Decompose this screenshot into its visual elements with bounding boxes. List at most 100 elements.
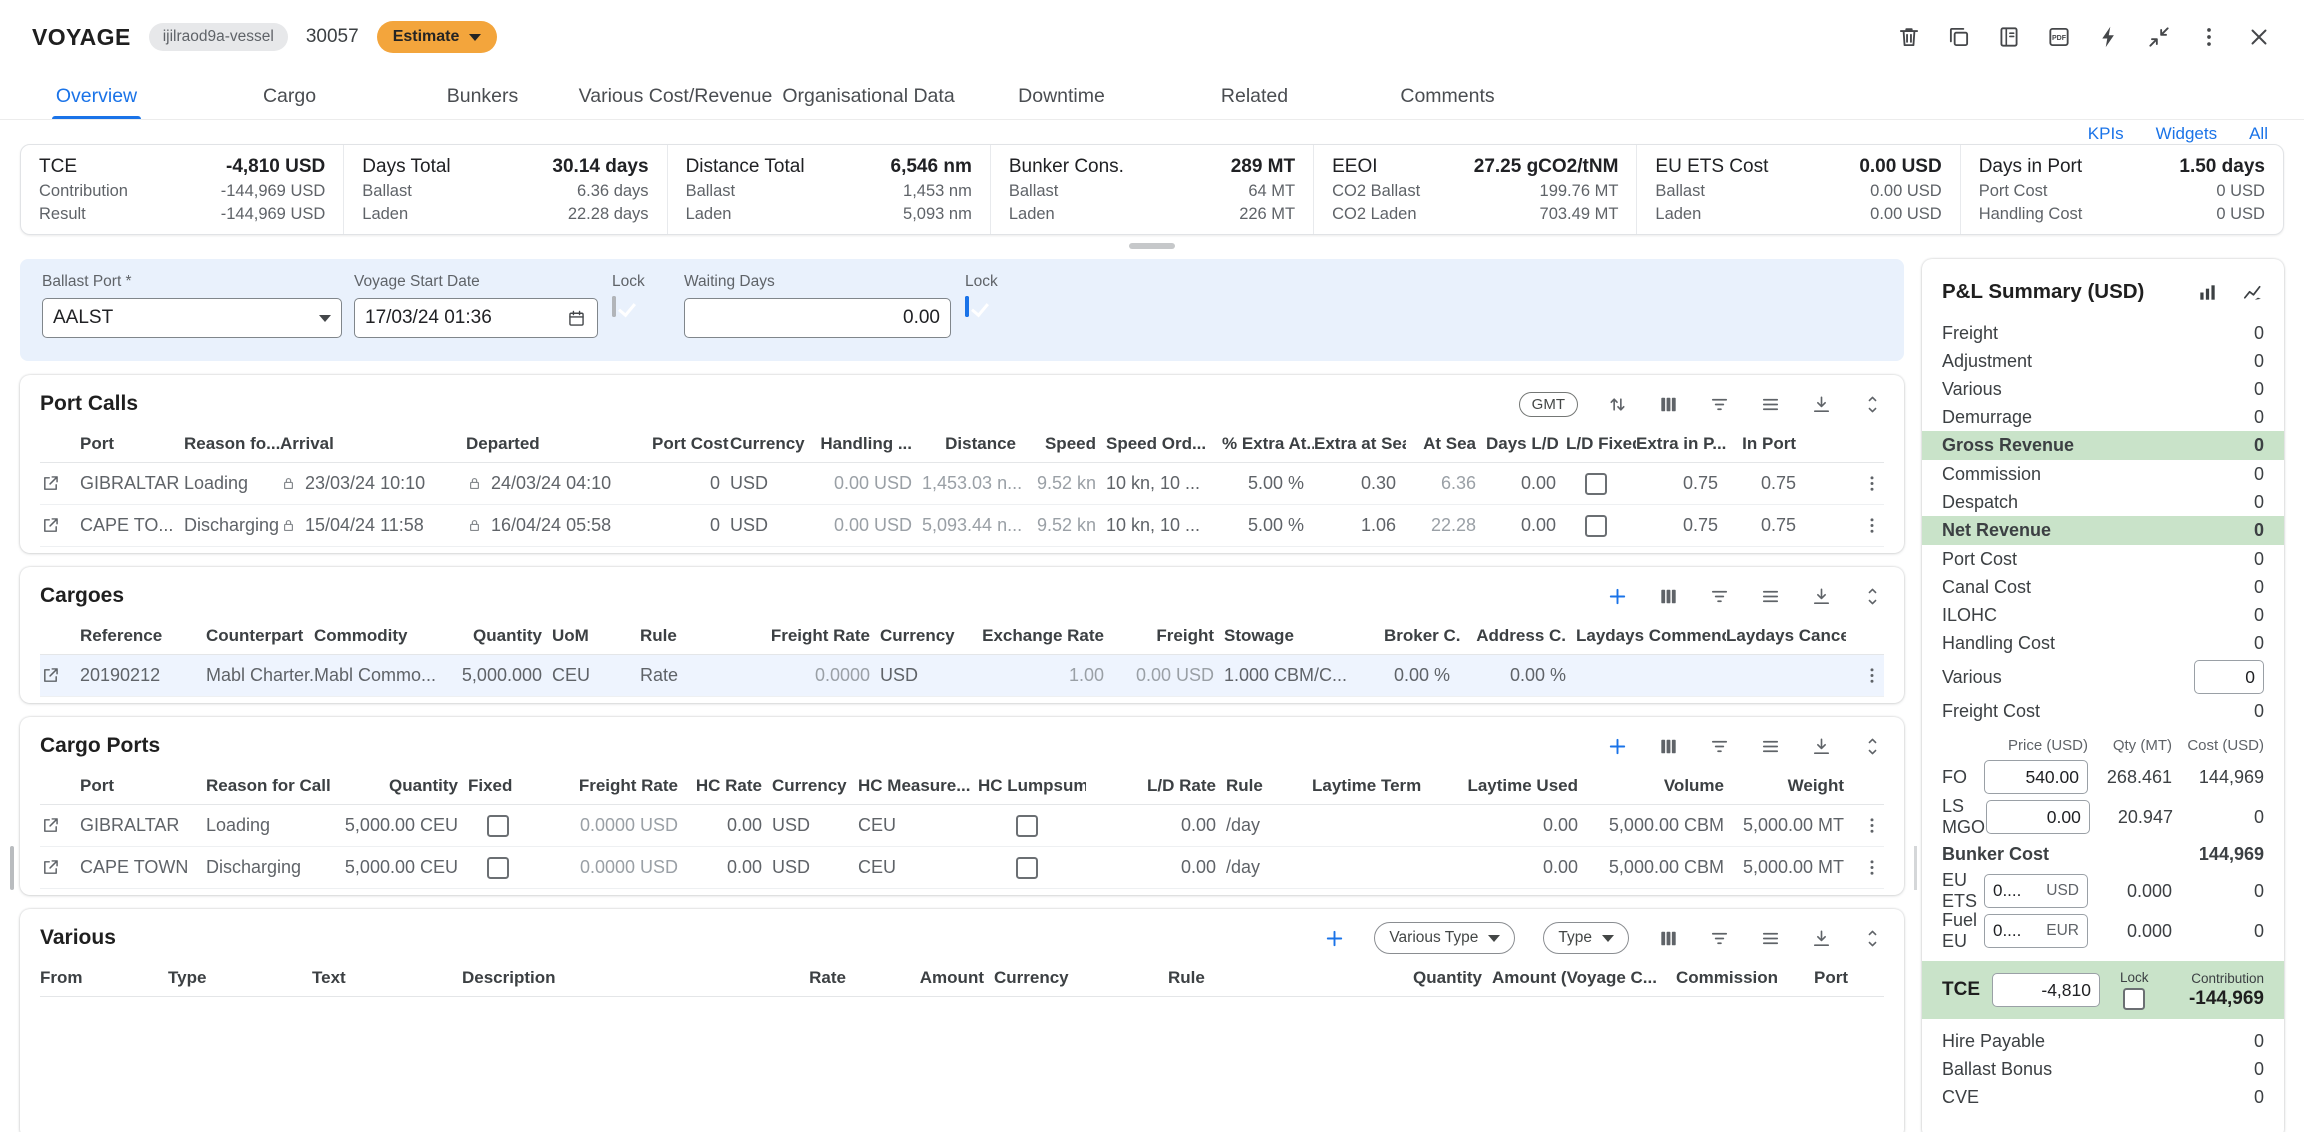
cell-handling[interactable]: 0.00 USD <box>810 473 922 494</box>
tab-various-cost-revenue[interactable]: Various Cost/Revenue <box>579 74 772 119</box>
rows-density-icon[interactable] <box>1759 393 1782 416</box>
tab-organisational-data[interactable]: Organisational Data <box>772 74 965 119</box>
tab-downtime[interactable]: Downtime <box>965 74 1158 119</box>
waiting-days-input[interactable] <box>684 298 951 338</box>
cell-quantity[interactable]: 5,000.00 CEU <box>342 857 468 878</box>
cell-handling[interactable]: 0.00 USD <box>810 515 922 536</box>
cargo-port-row[interactable]: GIBRALTAR Loading 5,000.00 CEU 0.0000 US… <box>40 805 1884 847</box>
export-pdf-icon[interactable] <box>2046 24 2072 50</box>
cell-extra-at-sea[interactable]: 0.30 <box>1314 473 1406 494</box>
cell-currency[interactable]: USD <box>880 665 982 686</box>
columns-icon[interactable] <box>1657 735 1680 758</box>
cell-ld-rate[interactable]: 0.00 <box>1086 815 1226 836</box>
cell-port[interactable]: GIBRALTAR <box>80 815 206 836</box>
open-row-icon[interactable] <box>40 515 61 536</box>
cell-freight-rate[interactable]: 0.0000 USD <box>538 857 688 878</box>
cell-volume[interactable]: 5,000.00 CBM <box>1588 857 1734 878</box>
add-various-icon[interactable] <box>1323 927 1346 950</box>
tab-cargo[interactable]: Cargo <box>193 74 386 119</box>
cell-reason[interactable]: Loading <box>206 815 342 836</box>
cell-distance[interactable]: 5,093.44 n... <box>922 515 1026 536</box>
columns-icon[interactable] <box>1657 927 1680 950</box>
cell-days-ld[interactable]: 0.00 <box>1486 515 1566 536</box>
cell-speed-ordered[interactable]: 10 kn, 10 ... <box>1106 515 1222 536</box>
cell-rule[interactable]: /day <box>1226 815 1312 836</box>
cell-in-port[interactable]: 0.75 <box>1728 473 1806 494</box>
cell-at-sea[interactable]: 6.36 <box>1406 473 1486 494</box>
eu-ets-price-input[interactable]: 0....USD <box>1984 874 2088 908</box>
view-link-widgets[interactable]: Widgets <box>2156 124 2217 144</box>
cell-port[interactable]: GIBRALTAR <box>80 473 184 494</box>
cell-weight[interactable]: 5,000.00 MT <box>1734 815 1854 836</box>
cell-departed[interactable]: 16/04/24 05:58 <box>466 515 652 536</box>
sort-icon[interactable] <box>1606 393 1629 416</box>
download-icon[interactable] <box>1810 927 1833 950</box>
row-menu-icon[interactable] <box>1860 857 1884 878</box>
cell-freight-rate[interactable]: 0.0000 USD <box>538 815 688 836</box>
tab-comments[interactable]: Comments <box>1351 74 1544 119</box>
open-row-icon[interactable] <box>40 815 61 836</box>
columns-icon[interactable] <box>1657 585 1680 608</box>
cell-port-cost[interactable]: 0 <box>652 515 730 536</box>
cell-arrival[interactable]: 23/03/24 10:10 <box>280 473 466 494</box>
open-row-icon[interactable] <box>40 857 61 878</box>
port-call-row[interactable]: CAPE TO... Discharging 15/04/24 11:58 16… <box>40 505 1884 547</box>
cell-rule[interactable]: /day <box>1226 857 1312 878</box>
cell-speed[interactable]: 9.52 kn <box>1026 473 1106 494</box>
cell-reason[interactable]: Discharging <box>184 515 280 536</box>
close-icon[interactable] <box>2246 24 2272 50</box>
bar-chart-icon[interactable] <box>2196 281 2219 304</box>
actions-bolt-icon[interactable] <box>2096 24 2122 50</box>
cell-departed[interactable]: 24/03/24 04:10 <box>466 473 652 494</box>
row-menu-icon[interactable] <box>1860 665 1884 686</box>
cargo-row[interactable]: 20190212 Mabl Charter... Mabl Commo... 5… <box>40 655 1884 697</box>
ld-fixed-checkbox[interactable] <box>1585 473 1607 495</box>
cell-hc-measure[interactable]: CEU <box>858 815 978 836</box>
cell-freight[interactable]: 0.00 USD <box>1114 665 1224 686</box>
rows-density-icon[interactable] <box>1759 585 1782 608</box>
cell-currency[interactable]: USD <box>772 815 858 836</box>
fixed-checkbox[interactable] <box>487 857 509 879</box>
cell-quantity[interactable]: 5,000.00 CEU <box>342 815 468 836</box>
cell-extra-at-sea[interactable]: 1.06 <box>1314 515 1406 536</box>
hc-lumpsum-checkbox[interactable] <box>1016 857 1038 879</box>
cell-rule[interactable]: Rate <box>640 665 770 686</box>
cell-port-cost[interactable]: 0 <box>652 473 730 494</box>
type-filter[interactable]: Type <box>1543 922 1629 954</box>
panel-resize-handle[interactable] <box>1914 846 1917 890</box>
cell-distance[interactable]: 1,453.03 n... <box>922 473 1026 494</box>
cell-currency[interactable]: USD <box>730 515 810 536</box>
cell-counterpart[interactable]: Mabl Charter... <box>206 665 314 686</box>
various-type-filter[interactable]: Various Type <box>1374 922 1515 954</box>
open-row-icon[interactable] <box>40 665 61 686</box>
columns-icon[interactable] <box>1657 393 1680 416</box>
filter-icon[interactable] <box>1708 585 1731 608</box>
cell-stowage[interactable]: 1.000 CBM/C... <box>1224 665 1384 686</box>
more-options-icon[interactable] <box>2196 24 2222 50</box>
open-row-icon[interactable] <box>40 473 61 494</box>
cell-laytime-used[interactable]: 0.00 <box>1442 815 1588 836</box>
collapse-section-icon[interactable] <box>1861 393 1884 416</box>
cell-extra-in-port[interactable]: 0.75 <box>1636 515 1728 536</box>
cargo-port-row[interactable]: CAPE TOWN Discharging 5,000.00 CEU 0.000… <box>40 847 1884 889</box>
estimate-button[interactable]: Estimate <box>377 21 498 53</box>
calendar-icon[interactable] <box>566 308 587 329</box>
copy-icon[interactable] <box>1946 24 1972 50</box>
cell-in-port[interactable]: 0.75 <box>1728 515 1806 536</box>
scrollbar-thumb[interactable] <box>10 846 14 890</box>
delete-icon[interactable] <box>1896 24 1922 50</box>
tab-related[interactable]: Related <box>1158 74 1351 119</box>
cell-laytime-used[interactable]: 0.00 <box>1442 857 1588 878</box>
filter-icon[interactable] <box>1708 393 1731 416</box>
row-menu-icon[interactable] <box>1860 473 1884 494</box>
line-chart-icon[interactable] <box>2241 281 2264 304</box>
cell-freight-rate[interactable]: 0.0000 <box>770 665 880 686</box>
various-amount-input[interactable] <box>2194 660 2264 694</box>
tce-lock-checkbox[interactable] <box>2123 988 2145 1010</box>
fuel-eu-price-input[interactable]: 0....EUR <box>1984 914 2088 948</box>
cell-port[interactable]: CAPE TOWN <box>80 857 206 878</box>
cell-commodity[interactable]: Mabl Commo... <box>314 665 460 686</box>
collapse-section-icon[interactable] <box>1861 585 1884 608</box>
cell-arrival[interactable]: 15/04/24 11:58 <box>280 515 466 536</box>
cell-quantity[interactable]: 5,000.000 <box>460 665 552 686</box>
